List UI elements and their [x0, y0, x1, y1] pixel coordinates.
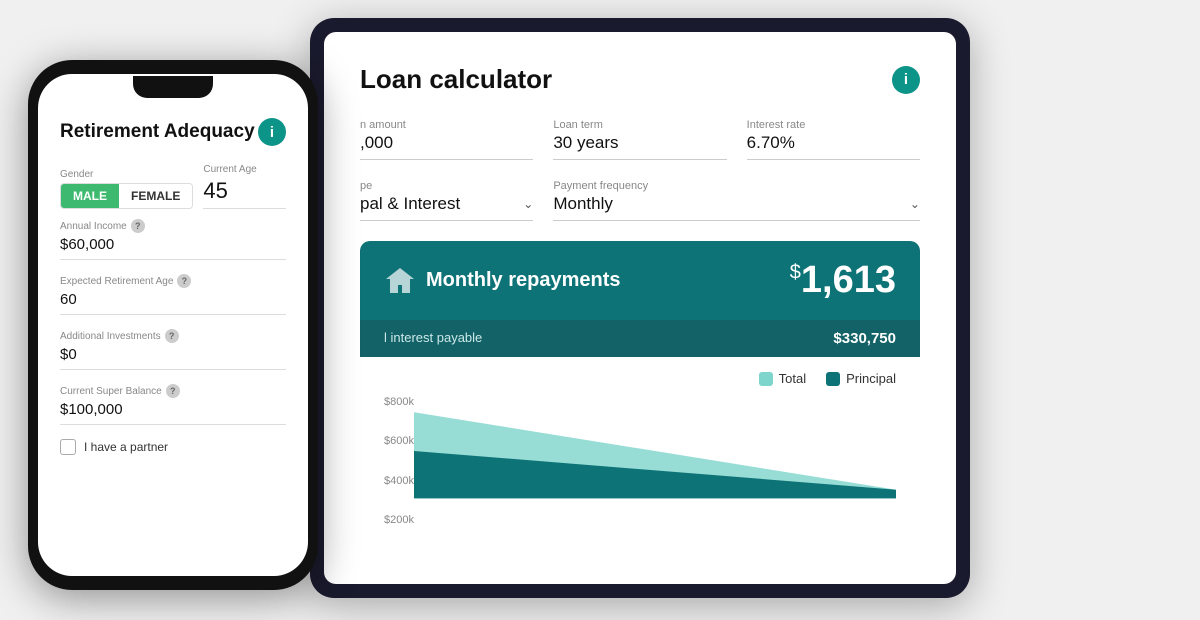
house-icon: [384, 265, 416, 297]
field-label-loan-amount: n amount: [360, 119, 533, 131]
age-value[interactable]: 45: [203, 178, 286, 209]
annual-income-field[interactable]: Annual Income ? $60,000: [60, 219, 286, 260]
tablet-title: Loan calculator: [360, 64, 552, 95]
additional-investments-field[interactable]: Additional Investments ? $0: [60, 329, 286, 370]
age-label: Current Age: [203, 164, 286, 175]
chart-y-labels: $800k $600k $400k $200k: [384, 396, 414, 526]
help-icon-super[interactable]: ?: [166, 384, 180, 398]
super-balance-field[interactable]: Current Super Balance ? $100,000: [60, 384, 286, 425]
phone-device: Retirement Adequacy i Gender MALE FEMALE…: [28, 60, 318, 590]
field-interest-rate[interactable]: Interest rate 6.70%: [747, 119, 920, 160]
chart-area: Total Principal $800k $600k $400k $200k: [360, 357, 920, 537]
gender-label: Gender: [60, 169, 193, 180]
banner-left: Monthly repayments: [384, 265, 620, 297]
phone-header: Retirement Adequacy i: [60, 118, 286, 146]
phone-title: Retirement Adequacy: [60, 121, 255, 143]
phone-fields-list: Annual Income ? $60,000 Expected Retirem…: [60, 219, 286, 425]
phone-screen: Retirement Adequacy i Gender MALE FEMALE…: [38, 74, 308, 576]
field-value-payment-frequency: Monthly ⌄: [553, 194, 920, 214]
field-repayment-type[interactable]: pe pal & Interest ⌄: [360, 180, 533, 221]
additional-investments-value: $0: [60, 346, 286, 370]
field-label-interest-rate: Interest rate: [747, 119, 920, 131]
field-label-loan-term: Loan term: [553, 119, 726, 131]
y-label-600k: $600k: [384, 435, 414, 447]
additional-investments-label: Additional Investments ?: [60, 329, 286, 343]
phone-notch: [133, 76, 213, 98]
field-payment-frequency[interactable]: Payment frequency Monthly ⌄: [553, 180, 920, 221]
help-icon-income[interactable]: ?: [131, 219, 145, 233]
sub-banner-value: $330,750: [833, 330, 896, 347]
chart-svg-wrap: $800k $600k $400k $200k: [384, 396, 896, 526]
gender-toggle[interactable]: MALE FEMALE: [60, 183, 193, 209]
help-icon-investments[interactable]: ?: [165, 329, 179, 343]
field-value-loan-amount: ,000: [360, 133, 533, 153]
legend-total-label: Total: [779, 371, 806, 386]
chart-legend: Total Principal: [384, 371, 896, 386]
super-balance-value: $100,000: [60, 401, 286, 425]
legend-principal: Principal: [826, 371, 896, 386]
legend-principal-dot: [826, 372, 840, 386]
partner-checkbox-row[interactable]: I have a partner: [60, 439, 286, 455]
tablet-fields-row2: pe pal & Interest ⌄ Payment frequency Mo…: [360, 180, 920, 221]
super-balance-label: Current Super Balance ?: [60, 384, 286, 398]
banner-amount: $1,613: [790, 259, 896, 302]
field-value-repayment-type: pal & Interest ⌄: [360, 194, 533, 214]
partner-checkbox[interactable]: [60, 439, 76, 455]
chart-svg: [414, 396, 896, 506]
tablet-fields-row1: n amount ,000 Loan term 30 years Interes…: [360, 119, 920, 160]
retirement-age-value: 60: [60, 291, 286, 315]
y-label-400k: $400k: [384, 475, 414, 487]
field-label-repayment-type: pe: [360, 180, 533, 192]
y-label-800k: $800k: [384, 396, 414, 408]
field-value-interest-rate: 6.70%: [747, 133, 920, 153]
legend-total-dot: [759, 372, 773, 386]
retirement-age-label: Expected Retirement Age ?: [60, 274, 286, 288]
result-banner: Monthly repayments $1,613: [360, 241, 920, 320]
tablet-header: Loan calculator i: [360, 64, 920, 95]
tablet-screen: Loan calculator i n amount ,000 Loan ter…: [324, 32, 956, 584]
info-icon-tablet[interactable]: i: [892, 66, 920, 94]
gender-female-button[interactable]: FEMALE: [119, 184, 192, 208]
help-icon-retirement[interactable]: ?: [177, 274, 191, 288]
field-loan-amount[interactable]: n amount ,000: [360, 119, 533, 160]
age-section: Current Age 45: [203, 164, 286, 209]
chevron-down-icon-2: ⌄: [910, 197, 920, 211]
annual-income-value: $60,000: [60, 236, 286, 260]
partner-checkbox-label: I have a partner: [84, 440, 168, 454]
field-label-payment-frequency: Payment frequency: [553, 180, 920, 192]
y-label-200k: $200k: [384, 514, 414, 526]
legend-total: Total: [759, 371, 806, 386]
annual-income-label: Annual Income ?: [60, 219, 286, 233]
gender-age-row: Gender MALE FEMALE Current Age 45: [60, 164, 286, 209]
currency-symbol: $: [790, 261, 801, 283]
field-value-loan-term: 30 years: [553, 133, 726, 153]
tablet-device: Loan calculator i n amount ,000 Loan ter…: [310, 18, 970, 598]
chevron-down-icon: ⌄: [523, 197, 533, 211]
retirement-age-field[interactable]: Expected Retirement Age ? 60: [60, 274, 286, 315]
sub-banner: l interest payable $330,750: [360, 320, 920, 357]
banner-label: Monthly repayments: [426, 269, 620, 292]
info-icon-phone[interactable]: i: [258, 118, 286, 146]
field-loan-term[interactable]: Loan term 30 years: [553, 119, 726, 160]
sub-banner-label: l interest payable: [384, 330, 482, 347]
gender-section: Gender MALE FEMALE: [60, 169, 193, 209]
gender-male-button[interactable]: MALE: [61, 184, 119, 208]
legend-principal-label: Principal: [846, 371, 896, 386]
